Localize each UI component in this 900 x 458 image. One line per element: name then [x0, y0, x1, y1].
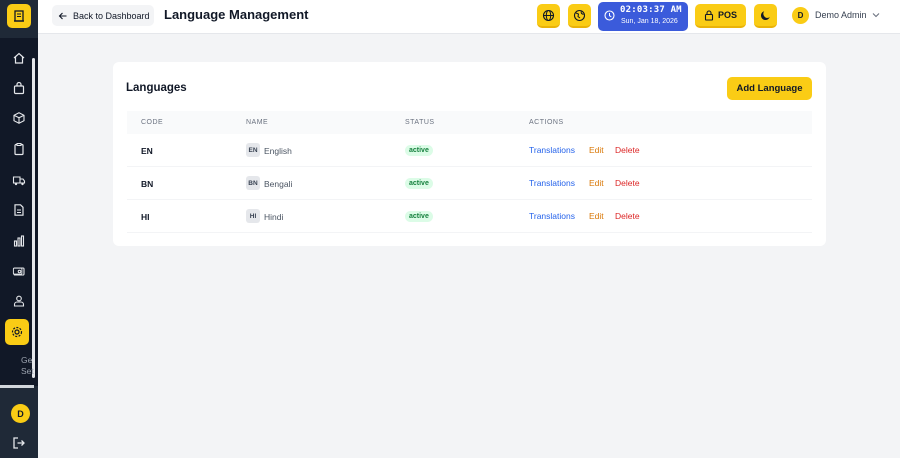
moon-icon [760, 11, 770, 21]
table-header: CODE NAME STATUS ACTIONS [127, 111, 812, 134]
sidebar-item-finance[interactable] [8, 260, 30, 282]
sidebar-item-documents[interactable] [8, 199, 30, 221]
sidebar-item-orders[interactable] [8, 138, 30, 160]
card-title: Languages [126, 82, 187, 94]
page-title: Language Management [164, 7, 309, 22]
translations-link[interactable]: Translations [529, 145, 575, 155]
language-name: English [264, 146, 292, 156]
delete-link[interactable]: Delete [615, 145, 640, 155]
edit-link[interactable]: Edit [589, 178, 604, 188]
bar-chart-icon [13, 235, 25, 247]
sidebar: Ge Set D [0, 0, 38, 458]
sidebar-item-settings[interactable] [5, 319, 29, 345]
language-code-chip: BN [246, 176, 260, 190]
user-avatar[interactable]: D [792, 7, 809, 24]
sidebar-avatar[interactable]: D [11, 404, 30, 423]
gear-icon [11, 326, 23, 338]
sidebar-item-sales[interactable] [8, 77, 30, 99]
add-language-button[interactable]: Add Language [727, 77, 812, 100]
back-to-dashboard-button[interactable]: Back to Dashboard [52, 5, 154, 26]
edit-link[interactable]: Edit [589, 211, 604, 221]
clock-time: 02:03:37 AM [620, 5, 682, 15]
table-row: HI HI Hindi active Translations Edit Del… [127, 200, 812, 233]
delete-link[interactable]: Delete [615, 178, 640, 188]
chevron-down-icon[interactable] [872, 12, 880, 18]
edit-link[interactable]: Edit [589, 145, 604, 155]
sidebar-horizontal-scrollbar[interactable] [0, 385, 34, 388]
box-icon [13, 112, 25, 124]
back-to-dashboard-label: Back to Dashboard [73, 10, 150, 21]
arrow-left-icon [58, 12, 67, 19]
status-badge: active [405, 178, 433, 189]
translations-link[interactable]: Translations [529, 211, 575, 221]
users-icon [13, 295, 25, 307]
language-code-chip: EN [246, 143, 260, 157]
table-row: EN EN English active Translations Edit D… [127, 134, 812, 167]
pos-label: POS [717, 10, 737, 20]
truck-icon [12, 176, 26, 186]
clock-icon [604, 10, 615, 21]
user-name[interactable]: Demo Admin [815, 10, 867, 20]
pos-button[interactable]: POS [695, 4, 746, 28]
sidebar-item-users[interactable] [8, 290, 30, 312]
lock-icon [704, 9, 714, 21]
column-header-name: NAME [246, 119, 269, 126]
column-header-status: STATUS [405, 119, 435, 126]
status-badge: active [405, 145, 433, 156]
sidebar-item-products[interactable] [8, 107, 30, 129]
language-name: Hindi [264, 212, 284, 222]
language-code-chip: HI [246, 209, 260, 223]
language-code: HI [141, 212, 150, 222]
language-code: EN [141, 146, 153, 156]
globe-icon [542, 9, 555, 21]
sidebar-item-home[interactable] [8, 47, 30, 69]
column-header-actions: ACTIONS [529, 119, 564, 126]
languages-card: Languages Add Language CODE NAME STATUS … [113, 62, 826, 246]
status-badge: active [405, 211, 433, 222]
wallet-icon [12, 267, 25, 276]
sidebar-item-delivery[interactable] [8, 169, 30, 191]
app-logo-icon[interactable] [7, 4, 31, 28]
sidebar-scrollbar[interactable] [32, 58, 35, 378]
shopping-bag-icon [13, 81, 25, 95]
website-button[interactable] [568, 4, 591, 28]
language-name: Bengali [264, 179, 293, 189]
top-header: Back to Dashboard Language Management 02… [38, 0, 900, 34]
translations-link[interactable]: Translations [529, 178, 575, 188]
home-icon [13, 52, 25, 64]
language-globe-button[interactable] [537, 4, 560, 28]
world-icon [573, 9, 586, 21]
column-header-code: CODE [141, 119, 164, 126]
clipboard-icon [14, 143, 24, 156]
document-icon [14, 204, 24, 216]
sidebar-item-reports[interactable] [8, 230, 30, 252]
table-row: BN BN Bengali active Translations Edit D… [127, 167, 812, 200]
clock-widget: 02:03:37 AM Sun, Jan 18, 2026 [598, 2, 688, 31]
clock-date: Sun, Jan 18, 2026 [621, 18, 678, 25]
dark-mode-toggle[interactable] [754, 4, 777, 28]
language-code: BN [141, 179, 154, 189]
logout-icon[interactable] [11, 435, 27, 451]
sidebar-item-settings-label-2: Set [21, 366, 34, 376]
delete-link[interactable]: Delete [615, 211, 640, 221]
